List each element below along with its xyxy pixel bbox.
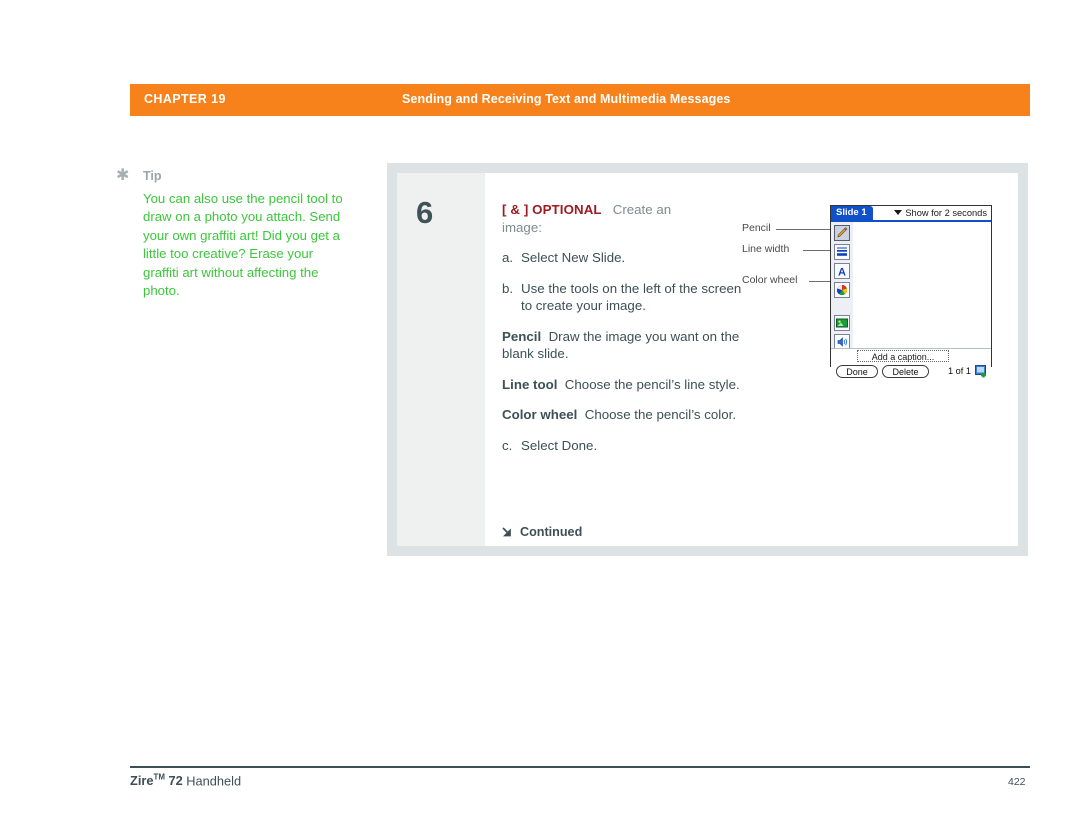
handheld-screen: Slide 1 Show for 2 seconds A Add a capti…	[830, 205, 992, 381]
image-tool[interactable]	[834, 315, 850, 331]
step-item-b-text: Use the tools on the left of the screen …	[521, 280, 742, 314]
show-duration-dropdown[interactable]: Show for 2 seconds	[894, 206, 987, 220]
step-number-column: 6	[397, 173, 485, 546]
footer-product-model: 72	[164, 773, 183, 789]
color-wheel-tool[interactable]	[834, 282, 850, 298]
pencil-tool[interactable]	[834, 225, 850, 241]
definition-line-tool-term: Line tool	[502, 376, 558, 392]
drawing-toolbar: A	[831, 222, 854, 350]
callout-leader-pencil	[776, 229, 830, 230]
step-item-c-text: Select Done.	[521, 437, 598, 453]
show-duration-label: Show for 2 seconds	[905, 208, 987, 218]
optional-heading: [ & ] OPTIONAL Create an	[502, 201, 742, 219]
footer-divider	[130, 766, 1030, 768]
tip-title: Tip	[143, 169, 162, 183]
tip-block: ✱ Tip You can also use the pencil tool t…	[116, 168, 366, 300]
device-illustration: Pencil Line width Color wheel Slide 1 Sh…	[742, 205, 1002, 381]
callout-label-pencil: Pencil	[742, 222, 771, 234]
definition-line-tool-desc: Choose the pencil’s line style.	[564, 376, 740, 392]
step-item-a-text: Select New Slide.	[521, 250, 626, 265]
slide-editor-body: A	[831, 222, 991, 350]
definition-color-wheel: Color wheel Choose the pencil’s color.	[502, 406, 742, 424]
done-button[interactable]: Done	[836, 365, 878, 378]
callout-leader-line-width	[803, 250, 830, 251]
asterisk-icon: ✱	[116, 167, 130, 184]
definition-color-wheel-desc: Choose the pencil’s color.	[584, 407, 737, 422]
slide-page-count: 1 of 1	[948, 366, 971, 376]
slide-editor-footer: Add a caption... Done Delete 1 of 1	[831, 348, 991, 381]
definition-color-wheel-term: Color wheel	[502, 407, 578, 422]
tip-header: ✱ Tip	[116, 168, 366, 186]
optional-heading-second-line: image:	[502, 219, 542, 235]
slide-titlebar: Slide 1 Show for 2 seconds	[831, 206, 991, 222]
arrow-down-right-icon	[502, 527, 514, 539]
slide-tab[interactable]: Slide 1	[831, 206, 873, 220]
line-width-tool[interactable]	[834, 244, 850, 260]
chapter-title: Sending and Receiving Text and Multimedi…	[402, 92, 731, 106]
step-item-c-letter: c.	[502, 437, 513, 453]
definition-pencil-term: Pencil	[502, 328, 542, 344]
step-item-a-letter: a.	[502, 250, 514, 265]
footer-product: ZireTM 72 Handheld	[130, 773, 241, 788]
callout-leader-color-wheel	[809, 281, 830, 282]
step-number: 6	[416, 195, 433, 230]
continued-marker: Continued	[502, 525, 582, 539]
step-item-a: a. Select New Slide.	[502, 249, 742, 267]
chapter-label: CHAPTER 19	[144, 92, 226, 106]
optional-tag: [ & ] OPTIONAL	[502, 202, 602, 217]
svg-text:A: A	[838, 266, 846, 278]
delete-button[interactable]: Delete	[882, 365, 929, 378]
definition-pencil: Pencil Draw the image you want on the bl…	[502, 328, 742, 363]
optional-heading-rest: Create an	[612, 202, 672, 217]
step-content: [ & ] OPTIONAL Create an image: a. Selec…	[502, 201, 742, 454]
callout-label-line-width: Line width	[742, 243, 790, 255]
chapter-header-bar: CHAPTER 19 Sending and Receiving Text an…	[130, 84, 1030, 116]
add-slide-icon[interactable]	[975, 365, 988, 378]
text-tool[interactable]: A	[834, 263, 850, 279]
slide-canvas[interactable]	[853, 222, 991, 348]
footer-product-name: Zire	[130, 773, 154, 789]
tip-body-text: You can also use the pencil tool to draw…	[143, 191, 343, 299]
chevron-down-icon	[894, 210, 903, 215]
trademark-icon: TM	[153, 773, 165, 782]
step-item-b: b. Use the tools on the left of the scre…	[502, 280, 742, 315]
callout-label-color-wheel: Color wheel	[742, 274, 798, 286]
step-item-c: c. Select Done.	[502, 437, 742, 455]
step-item-b-letter: b.	[502, 280, 514, 296]
page-number: 422	[1008, 776, 1026, 788]
definition-line-tool: Line tool Choose the pencil’s line style…	[502, 376, 742, 394]
footer-product-rest: Handheld	[182, 773, 242, 789]
continued-label: Continued	[520, 525, 583, 539]
toolbar-divider	[831, 298, 853, 312]
caption-input[interactable]: Add a caption...	[857, 350, 949, 362]
